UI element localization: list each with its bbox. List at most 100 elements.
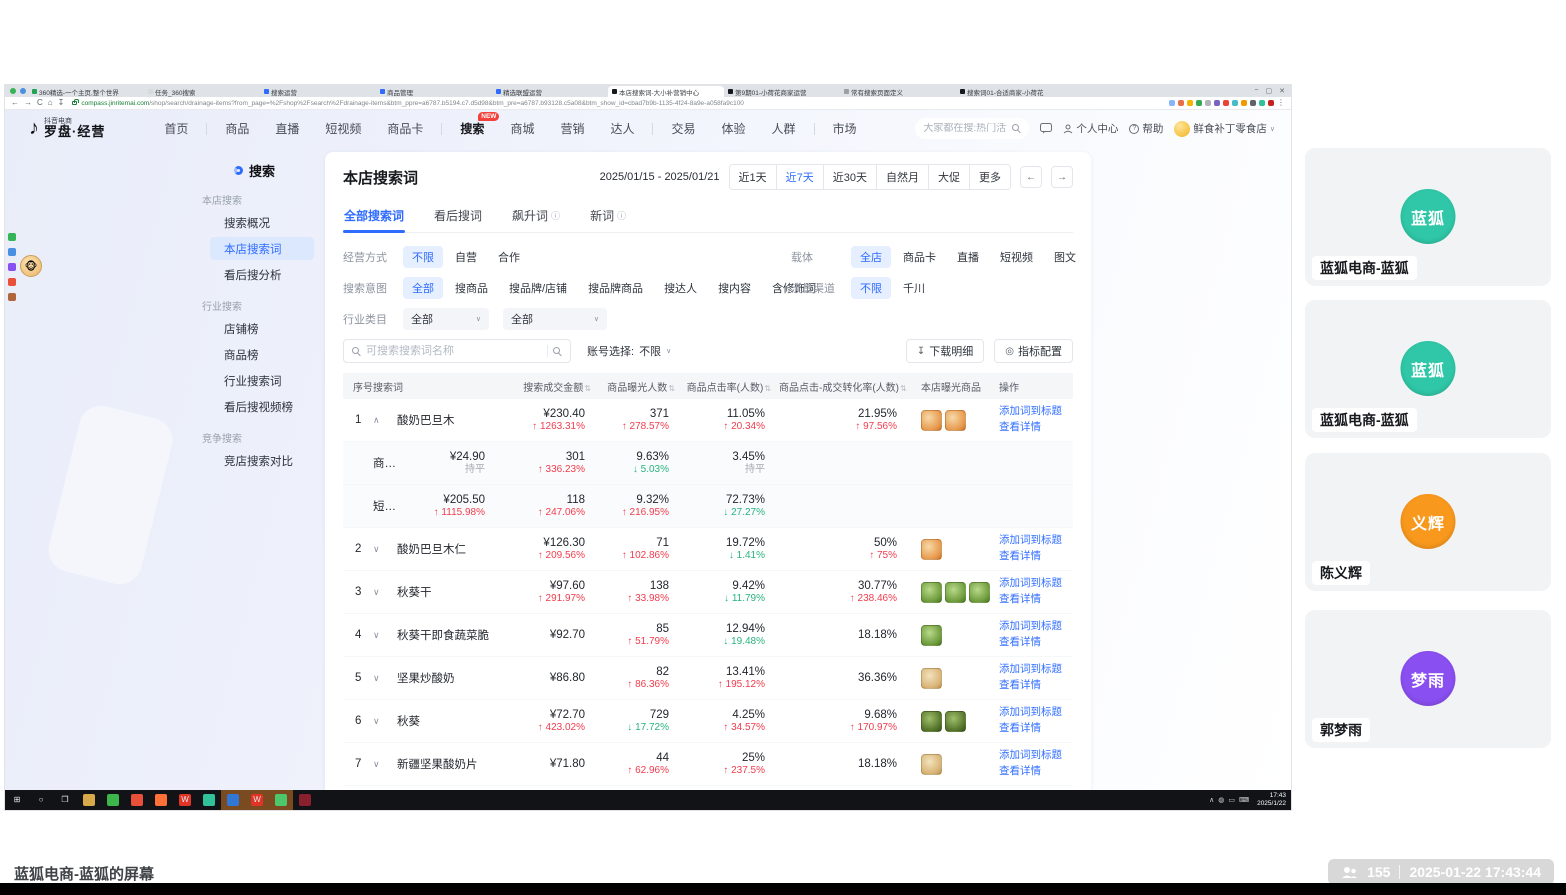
pinned-tab-icon[interactable]: [20, 88, 26, 94]
message-icon[interactable]: [1040, 123, 1053, 134]
content-tab[interactable]: 飙升词 ⓘ: [511, 201, 561, 232]
filter-chip[interactable]: 图文: [1045, 246, 1085, 268]
topnav-item[interactable]: 商城: [497, 120, 547, 137]
brand-logo[interactable]: ♪ 抖音电商 罗盘·经营: [29, 118, 105, 140]
dock-icon[interactable]: [8, 263, 16, 271]
chevron-icon[interactable]: ∨: [373, 587, 397, 598]
product-thumbnail[interactable]: [945, 581, 966, 603]
taskbar-icon-wechat[interactable]: [269, 790, 293, 810]
dock-icon[interactable]: [8, 293, 16, 301]
chevron-icon[interactable]: ∧: [373, 415, 397, 426]
extension-icon[interactable]: [1187, 100, 1193, 106]
extension-icon[interactable]: [1268, 100, 1274, 106]
sort-icon[interactable]: ⇅: [764, 384, 771, 393]
topnav-item[interactable]: 体验: [709, 120, 759, 137]
browser-nav-icon[interactable]: ✕: [1279, 87, 1285, 95]
topnav-item[interactable]: 商品: [212, 120, 262, 137]
dock-icon[interactable]: [8, 248, 16, 256]
taskbar-icon-explorer[interactable]: [77, 790, 101, 810]
sidebar-item[interactable]: 看后搜分析: [210, 263, 314, 286]
filter-chip[interactable]: 短视频: [991, 246, 1042, 268]
topnav-item[interactable]: 短视频: [312, 120, 374, 137]
browser-tab[interactable]: 第9期01-小荷花商家运营: [724, 86, 840, 97]
extension-icon[interactable]: [1241, 100, 1247, 106]
filter-chip[interactable]: 不限: [851, 277, 891, 299]
extension-icon[interactable]: [1232, 100, 1238, 106]
product-thumbnail[interactable]: [921, 538, 942, 560]
product-thumbnail[interactable]: [921, 581, 942, 603]
browser-nav-icon[interactable]: →: [24, 99, 32, 107]
date-range-button[interactable]: 自然月: [876, 165, 928, 189]
participant-card-郭梦雨[interactable]: 梦雨 郭梦雨: [1305, 610, 1551, 748]
download-detail-button[interactable]: ↧ 下载明细: [905, 339, 985, 363]
filter-chip[interactable]: 搜品牌/店铺: [500, 277, 576, 299]
product-thumbnail[interactable]: [921, 409, 942, 431]
topnav-item[interactable]: 交易: [658, 120, 708, 137]
shop-account[interactable]: 鲜食补丁零食店 ∨: [1174, 120, 1275, 137]
taskbar-icon-task-view[interactable]: ❒: [53, 790, 77, 810]
add-word-link[interactable]: 添加词到标题: [999, 534, 1073, 548]
browser-tab[interactable]: 搜索运营: [260, 86, 376, 97]
chevron-icon[interactable]: ∨: [373, 673, 397, 684]
topnav-item[interactable]: [813, 122, 815, 135]
sort-icon[interactable]: ⇅: [584, 384, 591, 393]
topnav-item[interactable]: 人群: [759, 120, 809, 137]
topnav-item[interactable]: 商品卡: [374, 120, 436, 137]
keyword-search-input[interactable]: [366, 345, 542, 357]
product-thumbnail[interactable]: [921, 624, 942, 646]
filter-chip[interactable]: 直播: [948, 246, 988, 268]
extension-icon[interactable]: [1250, 100, 1256, 106]
product-thumbnail[interactable]: [945, 710, 966, 732]
global-search-box[interactable]: [915, 118, 1030, 139]
filter-chip[interactable]: 全部: [403, 277, 443, 299]
sidebar-item[interactable]: 本店搜索: [202, 192, 322, 207]
extension-icon[interactable]: [1178, 100, 1184, 106]
sidebar-item[interactable]: 本店搜索词: [210, 237, 314, 260]
sidebar-item[interactable]: 看后搜视频榜: [210, 395, 314, 418]
taskbar-icon-app-dark[interactable]: [293, 790, 317, 810]
filter-chip[interactable]: 搜商品: [446, 277, 497, 299]
tray-icon[interactable]: ◍: [1218, 796, 1224, 804]
product-thumbnail[interactable]: [921, 667, 942, 689]
content-tab[interactable]: 新词 ⓘ: [589, 201, 627, 232]
taskbar-icon-wps[interactable]: W: [173, 790, 197, 810]
topnav-item[interactable]: 直播: [262, 120, 312, 137]
content-tab[interactable]: 看后搜词: [433, 201, 483, 232]
chevron-icon[interactable]: ∨: [373, 759, 397, 770]
sort-icon[interactable]: ⇅: [668, 384, 675, 393]
extension-icon[interactable]: [1169, 100, 1175, 106]
browser-tab[interactable]: 商品管理: [376, 86, 492, 97]
view-detail-link[interactable]: 查看详情: [999, 550, 1073, 564]
date-range-button[interactable]: 大促: [928, 165, 969, 189]
taskbar-icon-search[interactable]: ○: [29, 790, 53, 810]
filter-chip[interactable]: 搜达人: [655, 277, 706, 299]
browser-nav-icon[interactable]: ⌂: [48, 99, 53, 107]
topnav-item[interactable]: [441, 122, 443, 135]
global-search-input[interactable]: [923, 123, 1008, 134]
add-word-link[interactable]: 添加词到标题: [999, 749, 1073, 763]
product-thumbnail[interactable]: [945, 409, 966, 431]
view-detail-link[interactable]: 查看详情: [999, 421, 1073, 435]
filter-chip[interactable]: 商品卡: [894, 246, 945, 268]
participant-card-陈义辉[interactable]: 义辉 陈义辉: [1305, 453, 1551, 591]
add-word-link[interactable]: 添加词到标题: [999, 620, 1073, 634]
browser-menu-icon[interactable]: ⋮: [1277, 99, 1285, 107]
extension-icon[interactable]: [1259, 100, 1265, 106]
sidebar-item[interactable]: 搜索概况: [210, 211, 314, 234]
metric-config-button[interactable]: ◎ 指标配置: [994, 339, 1073, 363]
browser-nav-icon[interactable]: ▢: [1266, 87, 1273, 95]
topnav-item[interactable]: [206, 122, 208, 135]
add-word-link[interactable]: 添加词到标题: [999, 663, 1073, 677]
topnav-item[interactable]: 搜索 NEW: [447, 112, 500, 137]
extension-icon[interactable]: [1214, 100, 1220, 106]
taskbar-icon-app-orange[interactable]: [125, 790, 149, 810]
filter-chip[interactable]: 搜品牌商品: [579, 277, 652, 299]
tray-icon[interactable]: ▭: [1228, 796, 1235, 804]
date-range-button[interactable]: 近1天: [729, 165, 776, 189]
dock-icon[interactable]: [8, 233, 16, 241]
add-word-link[interactable]: 添加词到标题: [999, 405, 1073, 419]
category-select-2[interactable]: 全部 ∨: [503, 308, 607, 330]
sidebar-item[interactable]: 行业搜索: [202, 298, 322, 313]
filter-chip[interactable]: 全店: [851, 246, 891, 268]
extension-icon[interactable]: [1196, 100, 1202, 106]
